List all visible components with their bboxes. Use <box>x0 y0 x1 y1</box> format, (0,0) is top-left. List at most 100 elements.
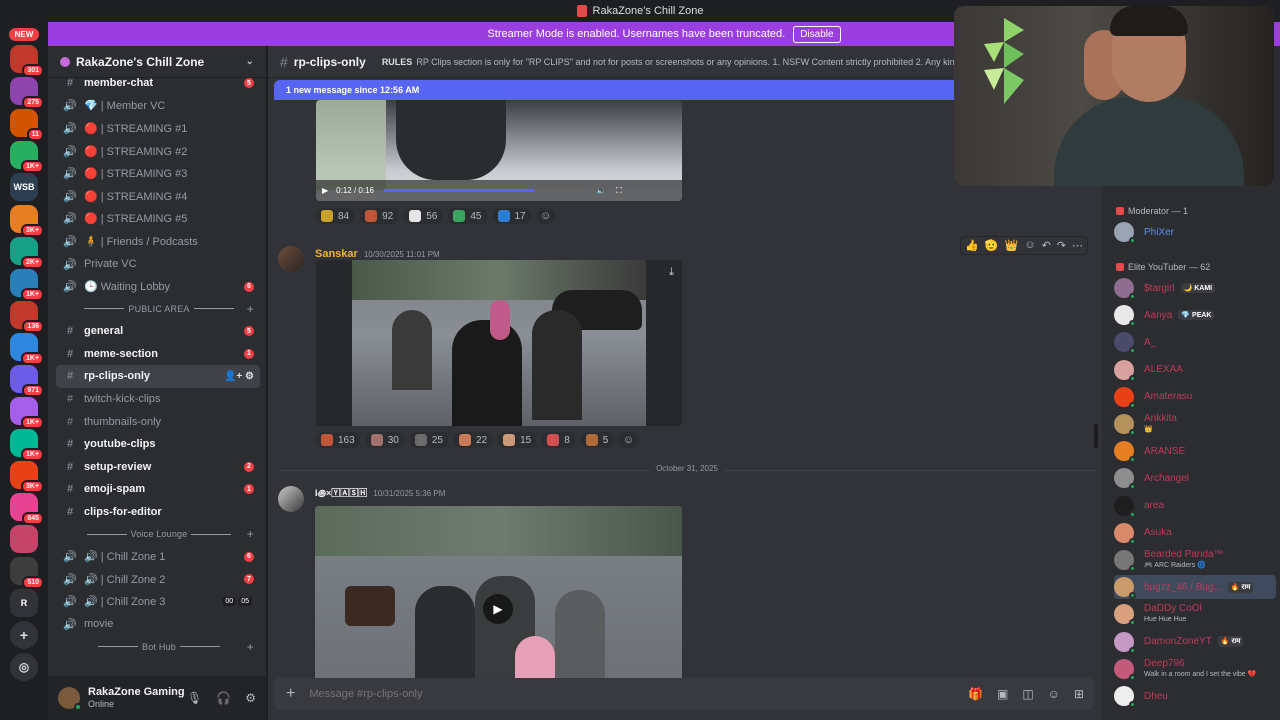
member-item[interactable]: DamonZoneYT 🔥 राम <box>1114 630 1276 654</box>
channel-item[interactable]: 🔊 🔊 | Chill Zone 2 7 <box>56 568 260 591</box>
message-input[interactable] <box>309 688 910 700</box>
member-item[interactable]: Archangel <box>1114 466 1276 491</box>
add-attachment-icon[interactable]: + <box>286 685 295 703</box>
author-name[interactable]: Sanskar <box>315 248 358 260</box>
member-item[interactable]: Deep796 Walk in a room and I set the vibe… <box>1114 657 1276 681</box>
channel-item[interactable]: # general 5 <box>56 320 260 343</box>
member-item[interactable]: Amaterasu <box>1114 385 1276 409</box>
channel-item[interactable]: 🔊 🕒 Waiting Lobby 6 <box>56 275 260 298</box>
member-item[interactable]: A_ <box>1114 330 1276 355</box>
guild-icon[interactable]: 971 <box>10 365 44 397</box>
channel-item[interactable]: 🔊 🔴 | STREAMING #4 <box>56 185 260 208</box>
gift-icon[interactable]: 🎁 <box>968 687 983 701</box>
volume-icon[interactable]: 🔈 <box>596 186 606 195</box>
channel-item[interactable]: # rp-clips-only 👤+ ⚙ <box>56 365 260 388</box>
member-item[interactable]: Aanya 💎 PEAK <box>1114 303 1276 328</box>
guild-icon[interactable]: 1K+ <box>10 397 44 429</box>
channel-item[interactable]: 🔊 🔴 | STREAMING #3 <box>56 162 260 185</box>
guild-icon[interactable]: 1K+ <box>10 333 44 365</box>
reaction-chip[interactable]: 5 <box>580 432 614 448</box>
channel-item[interactable]: 🔊 💎 | Member VC <box>56 95 260 118</box>
reaction-chip[interactable]: 15 <box>498 432 537 448</box>
channel-category[interactable]: Voice Lounge + <box>58 523 260 545</box>
reaction-chip[interactable]: 22 <box>453 432 493 448</box>
video-attachment[interactable]: ⤓ <box>316 260 682 426</box>
guild-icon[interactable]: 275 <box>10 77 44 109</box>
channel-topic[interactable]: RULES RP Clips section is only for "RP CL… <box>382 57 970 67</box>
thinking-emoji-icon[interactable]: 🫡 <box>985 239 999 252</box>
create-channel-icon[interactable]: + <box>247 527 254 541</box>
compass-icon[interactable]: ◎ <box>10 653 38 681</box>
headphones-icon[interactable]: 🎧 <box>216 691 231 705</box>
message-author[interactable]: Sanskar 10/30/2025 11:01 PM <box>315 248 440 260</box>
member-item[interactable]: area <box>1114 494 1276 518</box>
guild-icon[interactable]: 2K+ <box>10 237 44 269</box>
channel-item[interactable]: # youtube-clips <box>56 433 260 456</box>
message-author[interactable]: I꩜×🅈🄰🅂🄷 10/31/2025 5:36 PM <box>315 486 445 500</box>
guild-icon[interactable] <box>10 525 38 553</box>
microphone-icon[interactable]: 🎙 <box>187 691 202 705</box>
channel-item[interactable]: # setup-review 2 <box>56 456 260 479</box>
member-item[interactable]: ALEXAA <box>1114 358 1276 382</box>
channel-item[interactable]: 🔊 🔊 | Chill Zone 1 6 <box>56 545 260 568</box>
guild-icon[interactable]: WSB <box>10 173 38 201</box>
forward-icon[interactable]: ↷ <box>1057 239 1066 252</box>
channel-item[interactable]: # thumbnails-only <box>56 410 260 433</box>
member-item[interactable]: Ankkita 👑 <box>1114 412 1276 436</box>
chevron-down-icon[interactable]: ⌄ <box>246 56 254 67</box>
channel-item[interactable]: # emoji-spam 1 <box>56 478 260 501</box>
member-item[interactable]: bugzz_46 / Bug... 🔥 राम <box>1114 575 1276 600</box>
author-avatar[interactable] <box>278 486 304 512</box>
channel-item[interactable]: 🔊 🔴 | STREAMING #1 <box>56 117 260 140</box>
channel-item[interactable]: 🔊 movie <box>56 613 260 636</box>
channel-item[interactable]: 🔊 🧍 | Friends / Podcasts <box>56 230 260 253</box>
channel-category[interactable]: PUBLIC AREA + <box>58 298 260 320</box>
gif-icon[interactable]: ▣ <box>997 687 1008 701</box>
guild-icon[interactable]: 3K+ <box>10 461 44 493</box>
add-server-icon[interactable]: + <box>10 621 38 649</box>
disable-button[interactable]: Disable <box>793 25 841 43</box>
gear-icon[interactable]: ⚙ <box>245 691 256 705</box>
gear-icon[interactable]: 👤+ ⚙ <box>224 371 254 382</box>
add-reaction-icon[interactable]: ☺ <box>536 208 555 224</box>
channel-item[interactable]: 🔊 🔴 | STREAMING #5 <box>56 208 260 231</box>
channel-item[interactable]: # member-chat 5 <box>56 72 260 95</box>
emoji-icon[interactable]: ☺ <box>1048 687 1060 701</box>
reaction-chip[interactable]: 30 <box>365 432 404 448</box>
reaction-chip[interactable]: 84 <box>316 208 355 224</box>
download-icon[interactable]: ⤓ <box>669 266 674 279</box>
reaction-chip[interactable]: 56 <box>404 208 443 224</box>
member-item[interactable]: DaDDy CoOl Hue Hue Hue <box>1114 602 1276 627</box>
channel-item[interactable]: # twitch-kick-clips <box>56 388 260 411</box>
scrollbar[interactable] <box>1094 424 1098 448</box>
guild-icon[interactable]: 301 <box>10 45 44 77</box>
fullscreen-icon[interactable]: ⛶ <box>616 186 622 196</box>
video-attachment[interactable]: ▶ 0:12 / 0:16 🔈 ⛶ <box>316 100 682 201</box>
video-progress-track[interactable] <box>383 189 584 192</box>
play-button-icon[interactable]: ▶ <box>483 594 513 624</box>
guild-icon[interactable]: 11 <box>10 109 44 141</box>
guild-icon[interactable]: 136 <box>10 301 44 333</box>
play-icon[interactable]: ▶ <box>322 186 328 195</box>
author-avatar[interactable] <box>278 246 304 272</box>
member-item[interactable]: Dheu <box>1114 684 1276 708</box>
member-item[interactable]: PhiXer <box>1114 220 1276 244</box>
member-item[interactable]: ARANSE <box>1114 439 1276 464</box>
add-reaction-icon[interactable]: ☺ <box>619 432 638 448</box>
reaction-chip[interactable]: 17 <box>492 208 531 224</box>
sticker-icon[interactable]: ◫ <box>1022 687 1033 701</box>
reaction-chip[interactable]: 92 <box>360 208 399 224</box>
more-icon[interactable]: ⋯ <box>1072 239 1083 252</box>
create-channel-icon[interactable]: + <box>247 302 254 316</box>
guild-icon[interactable]: 3K+ <box>10 205 44 237</box>
guild-icon[interactable]: 1K+ <box>10 141 44 173</box>
channel-item[interactable]: # clips-for-editor <box>56 501 260 524</box>
avatar[interactable] <box>58 687 82 711</box>
reply-icon[interactable]: ↶ <box>1042 239 1051 252</box>
reaction-chip[interactable]: 163 <box>316 432 360 448</box>
crown-icon[interactable]: 👑 <box>1005 239 1019 252</box>
apps-icon[interactable]: ⊞ <box>1074 687 1084 701</box>
channel-category[interactable]: Bot Hub + <box>58 636 260 658</box>
guild-icon[interactable]: 510 <box>10 557 44 589</box>
member-item[interactable]: Bearded Panda™ 🎮 ARC Raiders 🌀 <box>1114 548 1276 572</box>
